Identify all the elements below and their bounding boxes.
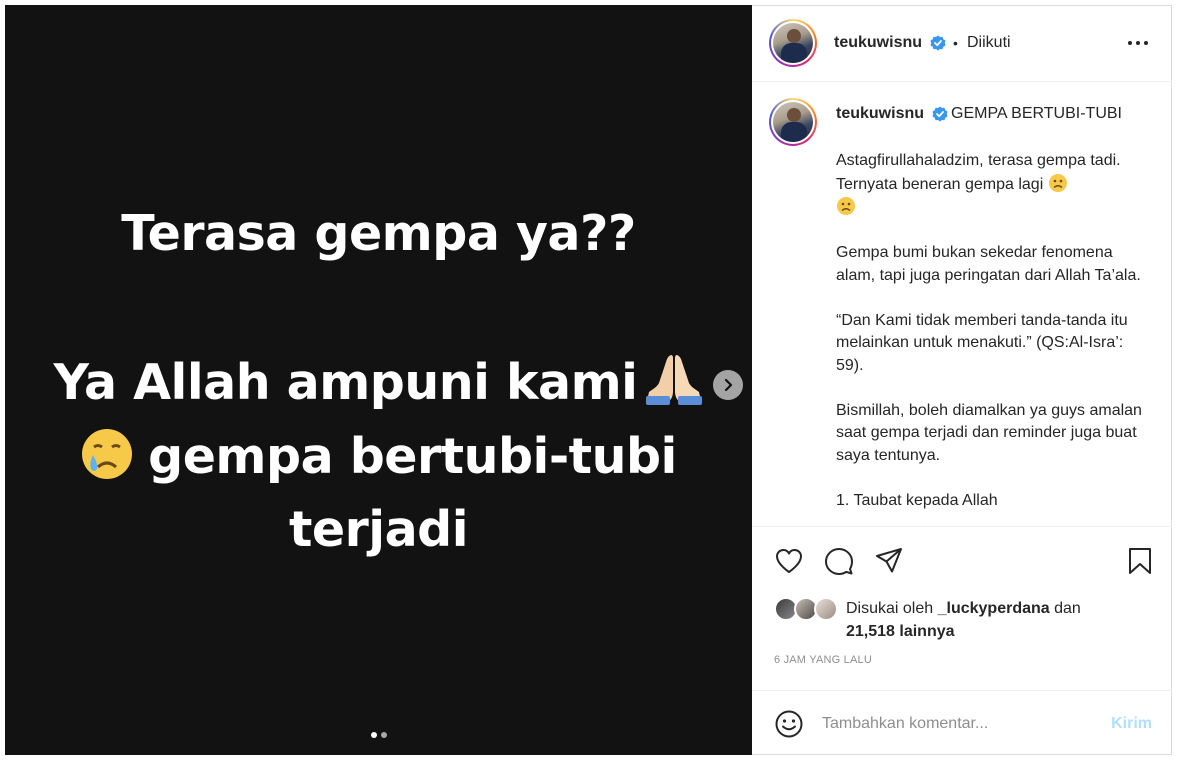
- slide-dot-active: [371, 732, 377, 738]
- media-line-2-text: Ya Allah ampuni kami: [53, 354, 638, 411]
- verified-badge-icon: [930, 35, 946, 51]
- caption-area[interactable]: teukuwisnu GEMPA BERTUBI-TUBI Astagfirul…: [752, 83, 1172, 526]
- liker-username[interactable]: _luckyperdana: [938, 600, 1050, 617]
- more-options-icon[interactable]: [1126, 33, 1150, 53]
- follow-status-button[interactable]: Diikuti: [967, 34, 1011, 52]
- slide-dot: [381, 732, 387, 738]
- liker-avatar: [814, 597, 838, 621]
- liker-avatars[interactable]: [774, 597, 840, 623]
- media-line-3-text: gempa bertubi-tubi: [148, 428, 677, 485]
- slide-indicator: [371, 732, 387, 738]
- caption-paragraph: Gempa bumi bukan sekedar fenomena alam, …: [836, 244, 1141, 284]
- caption-paragraph: “Dan Kami tidak memberi tanda-tanda itu …: [836, 311, 1128, 374]
- caption-paragraph-1-text: Astagfirullahaladzim, terasa gempa tadi.…: [836, 152, 1121, 193]
- like-heart-icon[interactable]: [774, 546, 804, 576]
- share-send-icon[interactable]: [874, 546, 904, 576]
- likes-count[interactable]: 21,518 lainnya: [846, 623, 955, 640]
- caption-username[interactable]: teukuwisnu: [836, 105, 924, 123]
- comment-icon[interactable]: [824, 546, 854, 576]
- emoji-picker-icon[interactable]: [774, 709, 804, 739]
- caption-avatar[interactable]: [769, 98, 817, 146]
- crying-face-emoji: [82, 429, 133, 479]
- chevron-right-icon: [724, 378, 733, 392]
- post-media[interactable]: Terasa gempa ya?? Ya Allah ampuni kami g…: [5, 5, 752, 755]
- comment-input[interactable]: [822, 709, 1092, 739]
- likes-summary: Disukai oleh _luckyperdana dan 21,518 la…: [774, 597, 1081, 640]
- caption-paragraph: Bismillah, boleh diamalkan ya guys amala…: [836, 401, 1142, 464]
- caption-title: GEMPA BERTUBI-TUBI: [951, 105, 1122, 122]
- caption-text: Astagfirullahaladzim, terasa gempa tadi.…: [836, 150, 1146, 526]
- author-avatar[interactable]: [769, 19, 817, 67]
- sad-face-emoji: [837, 197, 855, 215]
- next-slide-button[interactable]: [713, 370, 743, 400]
- sad-face-emoji: [1048, 173, 1067, 192]
- post-header: teukuwisnu • Diikuti: [752, 5, 1172, 82]
- media-line-1: Terasa gempa ya??: [121, 205, 636, 262]
- media-line-4: terjadi: [288, 501, 469, 558]
- verified-badge-icon: [932, 106, 948, 122]
- post-timestamp[interactable]: 6 JAM YANG LALU: [774, 654, 872, 666]
- likes-connector: dan: [1054, 600, 1081, 617]
- header-username[interactable]: teukuwisnu: [834, 34, 922, 52]
- caption-paragraph: 1. Taubat kepada Allah: [836, 491, 998, 509]
- post-actions: Disukai oleh _luckyperdana dan 21,518 la…: [752, 526, 1172, 691]
- post-panel: teukuwisnu • Diikuti teukuwisnu GEMPA BE…: [752, 5, 1172, 755]
- folded-hands-emoji: [646, 355, 703, 405]
- media-text: Terasa gempa ya?? Ya Allah ampuni kami g…: [5, 5, 752, 755]
- header-separator: •: [953, 35, 958, 51]
- caption-paragraph: Astagfirullahaladzim, terasa gempa tadi.…: [836, 150, 1146, 220]
- media-line-2: Ya Allah ampuni kami: [5, 349, 752, 411]
- post-comment-button[interactable]: Kirim: [1111, 715, 1152, 733]
- bookmark-save-icon[interactable]: [1125, 546, 1155, 576]
- likes-prefix: Disukai oleh: [846, 600, 934, 617]
- likes-text: Disukai oleh _luckyperdana dan 21,518 la…: [846, 597, 1146, 643]
- media-line-3: gempa bertubi-tubi: [5, 427, 752, 485]
- add-comment-bar: Kirim: [752, 690, 1172, 755]
